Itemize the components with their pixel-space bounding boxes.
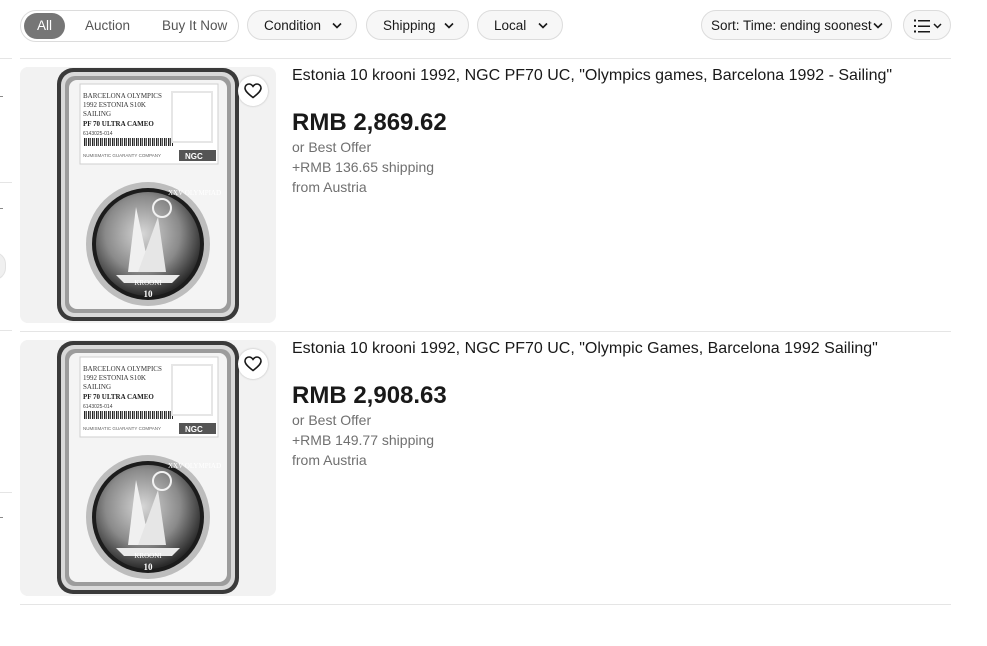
- listing-price: RMB 2,869.62: [292, 109, 447, 136]
- best-offer-text: or Best Offer: [292, 412, 372, 428]
- slab-line-2: 1992 ESTONIA S10K: [83, 374, 146, 382]
- chevron-down-icon: [538, 22, 548, 29]
- filter-bar: All Auction Buy It Now Condition Shippin…: [20, 10, 951, 42]
- coin-legend: XXV OLYMPIAD: [168, 189, 221, 197]
- segment-all[interactable]: All: [24, 13, 66, 39]
- heart-icon: [244, 356, 262, 372]
- shipping-label: Shipping: [383, 18, 436, 33]
- segment-buy-it-now[interactable]: Buy It Now: [162, 11, 227, 41]
- slab-grade: PF 70 ULTRA CAMEO: [83, 393, 154, 401]
- carousel-arrow[interactable]: [0, 252, 6, 280]
- listing-item: BARCELONA OLYMPICS 1992 ESTONIA S10K SAI…: [20, 67, 951, 323]
- buying-format-segment: All Auction Buy It Now: [20, 10, 239, 42]
- shipping-cost: +RMB 136.65 shipping: [292, 159, 435, 175]
- coin-legend: XXV OLYMPIAD: [168, 462, 221, 470]
- shipping-cost: +RMB 149.77 shipping: [292, 432, 435, 448]
- local-label: Local: [494, 18, 527, 33]
- slab-line-1: BARCELONA OLYMPICS: [83, 92, 162, 100]
- coin-value: 10: [144, 562, 154, 572]
- coin-value: 10: [144, 289, 154, 299]
- local-dropdown[interactable]: Local: [477, 10, 563, 40]
- watch-button[interactable]: [238, 349, 268, 379]
- chevron-down-icon: [332, 22, 342, 29]
- slab-grade: PF 70 ULTRA CAMEO: [83, 120, 154, 128]
- watch-button[interactable]: [238, 76, 268, 106]
- sort-label: Sort: Time: ending soonest: [711, 18, 872, 33]
- chevron-down-icon: [873, 22, 883, 29]
- slab-company: NUMISMATIC GUARANTY COMPANY: [83, 426, 161, 431]
- slab-line-2: 1992 ESTONIA S10K: [83, 101, 146, 109]
- view-toggle-button[interactable]: [903, 10, 951, 40]
- listing-price: RMB 2,908.63: [292, 382, 447, 409]
- sort-dropdown[interactable]: Sort: Time: ending soonest: [701, 10, 892, 40]
- divider: [20, 331, 951, 332]
- condition-dropdown[interactable]: Condition: [247, 10, 357, 40]
- segment-auction[interactable]: Auction: [85, 11, 130, 41]
- listing-title[interactable]: Estonia 10 krooni 1992, NGC PF70 UC, "Ol…: [292, 340, 878, 358]
- slab-company: NUMISMATIC GUARANTY COMPANY: [83, 153, 161, 158]
- shipping-dropdown[interactable]: Shipping: [366, 10, 469, 40]
- slab-cert: 6143025-014: [83, 131, 113, 137]
- divider: [20, 58, 951, 59]
- slab-line-3: SAILING: [83, 110, 111, 118]
- listing-title[interactable]: Estonia 10 krooni 1992, NGC PF70 UC, "Ol…: [292, 67, 892, 85]
- slab-line-3: SAILING: [83, 383, 111, 391]
- item-location: from Austria: [292, 179, 367, 195]
- list-view-icon: [914, 19, 942, 33]
- slab-cert: 6143025-014: [83, 404, 113, 410]
- heart-icon: [244, 83, 262, 99]
- ngc-logo: NGC: [185, 425, 203, 434]
- best-offer-text: or Best Offer: [292, 139, 372, 155]
- coin-denomination: KROONI: [134, 279, 162, 287]
- coin-denomination: KROONI: [134, 552, 162, 560]
- divider: [20, 604, 951, 605]
- ngc-logo: NGC: [185, 152, 203, 161]
- listing-item: BARCELONA OLYMPICS 1992 ESTONIA S10K SAI…: [20, 340, 951, 596]
- chevron-down-icon: [444, 22, 454, 29]
- item-location: from Austria: [292, 452, 367, 468]
- condition-label: Condition: [264, 18, 322, 33]
- slab-line-1: BARCELONA OLYMPICS: [83, 365, 162, 373]
